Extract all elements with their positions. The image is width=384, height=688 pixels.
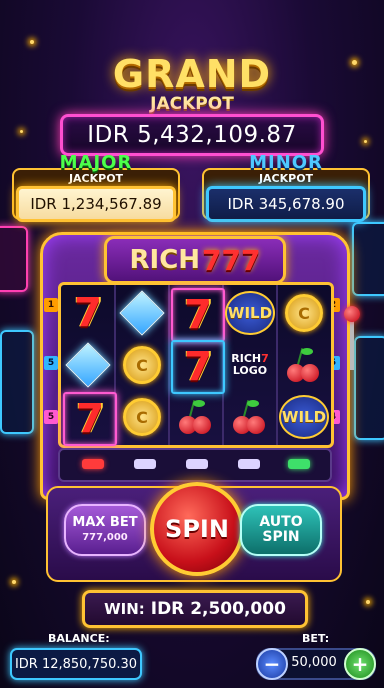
reel-window: 7 7 WILD C C 7 RICH7 LOGO 7 C WILD <box>58 282 334 448</box>
coin-symbol: C <box>123 398 161 436</box>
coin-symbol: C <box>123 346 161 384</box>
major-value: IDR 1,234,567.89 <box>16 186 176 222</box>
balance-label: BALANCE: <box>48 632 110 645</box>
bet-label: BET: <box>302 632 330 645</box>
sparkle <box>30 40 34 44</box>
diamond-symbol <box>119 290 165 336</box>
indicator-light <box>134 459 156 469</box>
minor-subtitle: JACKPOT <box>258 172 314 185</box>
lever-bar <box>350 320 354 370</box>
minor-title: MINOR <box>249 152 323 173</box>
logo-word-2: LOGO <box>232 364 268 377</box>
reel-cell: WILD <box>225 288 275 338</box>
minor-jackpot-panel: MINOR JACKPOT IDR 345,678.90 <box>202 152 370 222</box>
sparkle <box>364 140 367 143</box>
bet-value: 50,000 <box>291 654 337 670</box>
balance-value: IDR 12,850,750.30 <box>10 648 142 680</box>
grand-value-box: IDR 5,432,109.87 <box>60 114 324 156</box>
indicator-light-red <box>82 459 104 469</box>
lever-knob[interactable] <box>344 306 360 322</box>
max-bet-label: MAX BET <box>72 515 138 530</box>
reel-cell-highlighted: 7 <box>171 340 225 394</box>
diamond-symbol <box>65 342 111 388</box>
machine-title-word: RICH <box>129 245 201 275</box>
grand-title: GRAND <box>112 52 272 96</box>
reel-cell-highlighted: 7 <box>171 288 225 342</box>
reel-cell-highlighted: 7 <box>63 392 117 446</box>
max-bet-value: 777,000 <box>82 532 128 543</box>
reel-cell <box>117 288 167 338</box>
machine-title-banner: RICH 777 <box>104 236 286 284</box>
sparkle <box>12 580 16 584</box>
max-bet-button[interactable]: MAX BET 777,000 <box>64 504 146 556</box>
cherry-symbol <box>179 400 213 434</box>
rich7-logo-symbol: RICH7 LOGO <box>231 353 269 377</box>
reel-cell: C <box>117 340 167 390</box>
cherry-symbol <box>233 400 267 434</box>
seven-symbol: 7 <box>184 344 212 390</box>
reel-cell: WILD <box>279 392 329 442</box>
spin-button[interactable]: SPIN <box>150 482 244 576</box>
reel-cell: 7 <box>63 288 113 338</box>
indicator-light-green <box>288 459 310 469</box>
payline-left-2: 5 <box>44 356 58 370</box>
right-slot-machine-bg <box>354 336 384 440</box>
payline-left-3: 5 <box>44 410 58 424</box>
machine-title-number: 777 <box>202 243 261 277</box>
wild-symbol: WILD <box>225 291 275 335</box>
win-label: WIN: <box>104 600 145 618</box>
reel-cell <box>63 340 113 390</box>
seven-symbol: 7 <box>76 396 104 442</box>
win-display: WIN: IDR 2,500,000 <box>82 590 308 628</box>
payline-left-1: 1 <box>44 298 58 312</box>
reel-cell: RICH7 LOGO <box>225 340 275 390</box>
auto-spin-button[interactable]: AUTO SPIN <box>240 504 322 556</box>
major-jackpot-panel: MAJOR JACKPOT IDR 1,234,567.89 <box>12 152 180 222</box>
indicator-strip <box>58 448 332 482</box>
increase-bet-button[interactable]: + <box>344 648 376 680</box>
sparkle <box>366 600 370 604</box>
left-slot-machine-bg <box>0 330 34 434</box>
sparkle <box>352 60 357 65</box>
reel-divider <box>168 285 170 445</box>
right-casino-sign <box>352 222 384 296</box>
auto-spin-line1: AUTO <box>259 514 303 530</box>
grand-jackpot-panel: GRAND JACKPOT IDR 5,432,109.87 <box>44 46 340 156</box>
sparkle <box>20 130 23 133</box>
major-subtitle: JACKPOT <box>68 172 124 185</box>
reel-cell <box>225 392 275 442</box>
seven-symbol: 7 <box>74 290 102 336</box>
reel-cell: C <box>117 392 167 442</box>
reel-cell <box>279 340 329 390</box>
left-casino-sign <box>0 226 28 292</box>
seven-symbol: 7 <box>184 292 212 338</box>
grand-subtitle: JACKPOT <box>150 94 234 114</box>
major-title: MAJOR <box>59 152 133 173</box>
minor-value: IDR 345,678.90 <box>206 186 366 222</box>
reel-divider <box>276 285 278 445</box>
reel-cell: C <box>279 288 329 338</box>
indicator-light <box>186 459 208 469</box>
auto-spin-line2: SPIN <box>262 529 300 545</box>
coin-symbol: C <box>285 294 323 332</box>
indicator-light <box>238 459 260 469</box>
wild-symbol: WILD <box>279 395 329 439</box>
cherry-symbol <box>287 348 321 382</box>
reel-cell <box>171 392 221 442</box>
win-value: IDR 2,500,000 <box>150 599 286 619</box>
grand-value: IDR 5,432,109.87 <box>87 122 297 148</box>
